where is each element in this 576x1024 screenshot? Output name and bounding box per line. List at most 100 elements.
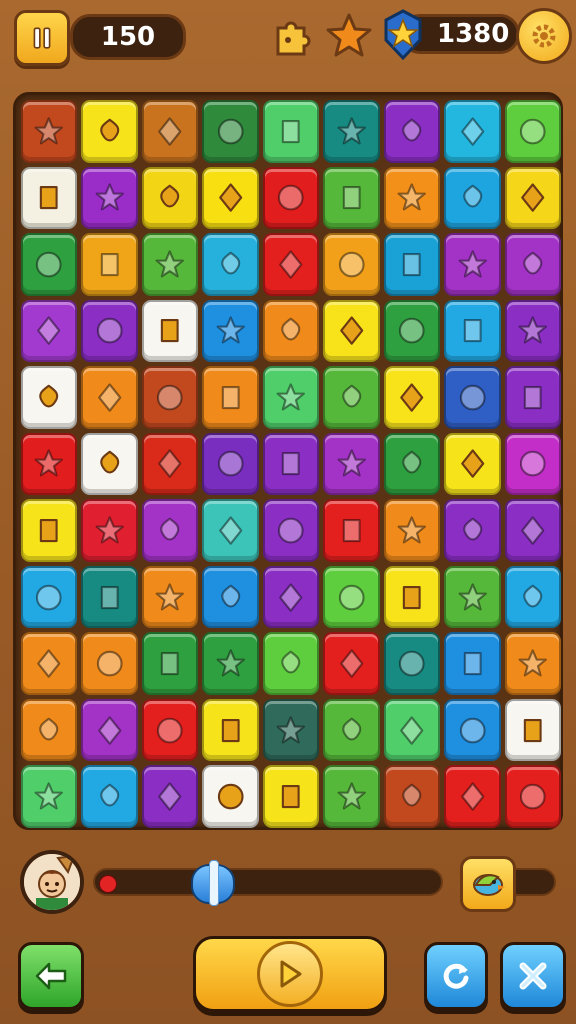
board-tile[interactable]: [141, 233, 199, 296]
play-button[interactable]: [193, 936, 387, 1012]
board-tile[interactable]: [21, 299, 78, 363]
board-tile[interactable]: [383, 499, 441, 562]
board-tile[interactable]: [202, 765, 259, 828]
board-tile[interactable]: [444, 366, 501, 429]
board-tile[interactable]: [141, 432, 199, 496]
board-tile[interactable]: [323, 698, 380, 762]
board-tile[interactable]: [81, 366, 138, 429]
board-tile[interactable]: [444, 499, 501, 562]
board-tile[interactable]: [323, 565, 380, 629]
board-tile[interactable]: [262, 698, 320, 762]
board-tile[interactable]: [504, 565, 561, 629]
board-tile[interactable]: [21, 432, 78, 496]
board-tile[interactable]: [444, 765, 501, 828]
board-tile[interactable]: [323, 233, 380, 296]
board-tile[interactable]: [202, 698, 259, 762]
board-tile[interactable]: [323, 366, 380, 429]
board-tile[interactable]: [202, 499, 259, 562]
board-tile[interactable]: [383, 565, 441, 629]
board-tile[interactable]: [504, 233, 561, 296]
board-tile[interactable]: [81, 432, 138, 496]
board-tile[interactable]: [504, 499, 561, 562]
board-tile[interactable]: [504, 100, 561, 163]
board-tile[interactable]: [81, 632, 138, 695]
board-tile[interactable]: [504, 698, 561, 762]
board-tile[interactable]: [504, 299, 561, 363]
board-tile[interactable]: [202, 166, 259, 230]
board-tile[interactable]: [202, 565, 259, 629]
board-tile[interactable]: [444, 233, 501, 296]
board-tile[interactable]: [444, 432, 501, 496]
board-tile[interactable]: [383, 698, 441, 762]
board-tile[interactable]: [262, 366, 320, 429]
board-tile[interactable]: [262, 432, 320, 496]
board-tile[interactable]: [444, 698, 501, 762]
board-tile[interactable]: [141, 366, 199, 429]
back-button[interactable]: [18, 942, 84, 1010]
board-tile[interactable]: [21, 632, 78, 695]
board-tile[interactable]: [323, 166, 380, 230]
star-shape-icon[interactable]: [324, 10, 374, 60]
board-tile[interactable]: [21, 100, 78, 163]
board-tile[interactable]: [323, 432, 380, 496]
board-tile[interactable]: [323, 299, 380, 363]
level-progress-slider[interactable]: [93, 860, 443, 906]
board-tile[interactable]: [202, 299, 259, 363]
board-tile[interactable]: [202, 632, 259, 695]
slider-handle[interactable]: [191, 860, 235, 906]
powerup-button[interactable]: [460, 856, 516, 912]
board-tile[interactable]: [202, 366, 259, 429]
board-tile[interactable]: [21, 765, 78, 828]
board-tile[interactable]: [141, 166, 199, 230]
board-tile[interactable]: [444, 299, 501, 363]
board-tile[interactable]: [202, 233, 259, 296]
board-tile[interactable]: [383, 432, 441, 496]
board-tile[interactable]: [444, 565, 501, 629]
board-tile[interactable]: [323, 100, 380, 163]
board-tile[interactable]: [383, 100, 441, 163]
board-tile[interactable]: [262, 765, 320, 828]
board-tile[interactable]: [504, 765, 561, 828]
reset-button[interactable]: [424, 942, 488, 1010]
board-tile[interactable]: [202, 100, 259, 163]
board-tile[interactable]: [262, 299, 320, 363]
shuffle-button[interactable]: [500, 942, 566, 1010]
board-tile[interactable]: [262, 166, 320, 230]
board-tile[interactable]: [383, 233, 441, 296]
board-tile[interactable]: [21, 499, 78, 562]
avatar[interactable]: [20, 850, 84, 914]
board-tile[interactable]: [444, 100, 501, 163]
board-tile[interactable]: [383, 299, 441, 363]
board-tile[interactable]: [81, 299, 138, 363]
board-tile[interactable]: [444, 632, 501, 695]
board-tile[interactable]: [262, 632, 320, 695]
board-tile[interactable]: [21, 565, 78, 629]
board-tile[interactable]: [81, 166, 138, 230]
board-tile[interactable]: [141, 565, 199, 629]
board-tile[interactable]: [141, 100, 199, 163]
board-tile[interactable]: [21, 233, 78, 296]
board-tile[interactable]: [81, 499, 138, 562]
board-tile[interactable]: [81, 565, 138, 629]
board-tile[interactable]: [262, 100, 320, 163]
board-tile[interactable]: [81, 100, 138, 163]
board-tile[interactable]: [383, 765, 441, 828]
board-tile[interactable]: [504, 632, 561, 695]
board-tile[interactable]: [141, 299, 199, 363]
board-tile[interactable]: [504, 166, 561, 230]
board-tile[interactable]: [262, 499, 320, 562]
board-tile[interactable]: [81, 765, 138, 828]
board-tile[interactable]: [383, 632, 441, 695]
board-tile[interactable]: [383, 366, 441, 429]
board-tile[interactable]: [81, 698, 138, 762]
board-tile[interactable]: [141, 765, 199, 828]
settings-button[interactable]: [516, 8, 572, 64]
puzzle-piece-icon[interactable]: [266, 10, 316, 60]
board-tile[interactable]: [141, 632, 199, 695]
board-tile[interactable]: [141, 499, 199, 562]
board-tile[interactable]: [323, 632, 380, 695]
board-tile[interactable]: [444, 166, 501, 230]
board-tile[interactable]: [21, 166, 78, 230]
board-tile[interactable]: [21, 366, 78, 429]
board-tile[interactable]: [504, 366, 561, 429]
